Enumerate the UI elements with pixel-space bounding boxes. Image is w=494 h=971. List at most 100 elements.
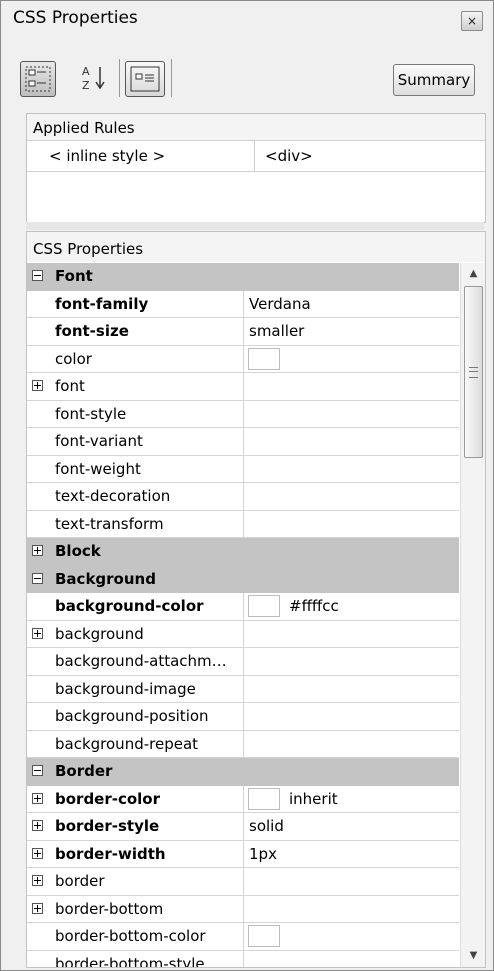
column-divider: [243, 510, 244, 537]
scroll-up-icon[interactable]: ▲: [461, 263, 485, 285]
property-row[interactable]: background-image: [27, 675, 459, 703]
collapse-minus-icon[interactable]: [32, 765, 43, 776]
property-value[interactable]: #ffffcc: [289, 597, 339, 615]
property-name: background-position: [55, 707, 209, 725]
category-label: Border: [55, 762, 113, 780]
category-label: Font: [55, 267, 93, 285]
property-name: font-family: [55, 294, 149, 313]
color-swatch[interactable]: [248, 595, 280, 617]
column-divider: [243, 868, 244, 895]
property-name: font-variant: [55, 432, 143, 450]
column-divider: [243, 675, 244, 702]
expand-plus-icon[interactable]: [32, 627, 43, 639]
property-row[interactable]: font: [27, 373, 459, 401]
column-divider: [243, 400, 244, 427]
expand-plus-icon[interactable]: [32, 545, 43, 556]
vertical-scrollbar[interactable]: ▲ ▼: [460, 263, 485, 967]
color-swatch[interactable]: [248, 787, 280, 810]
property-row[interactable]: border-color inherit: [27, 785, 459, 813]
property-row[interactable]: text-decoration: [27, 483, 459, 511]
scroll-down-icon[interactable]: ▼: [461, 945, 485, 967]
column-divider: [243, 483, 244, 510]
property-row[interactable]: border-style solid: [27, 813, 459, 841]
column-divider: [243, 620, 244, 647]
expand-plus-icon[interactable]: [32, 875, 43, 886]
expand-plus-icon[interactable]: [32, 792, 43, 804]
property-row[interactable]: font-weight: [27, 455, 459, 483]
property-row[interactable]: text-transform: [27, 510, 459, 538]
property-value[interactable]: Verdana: [249, 295, 311, 313]
property-row[interactable]: color: [27, 345, 459, 373]
collapse-minus-icon[interactable]: [32, 572, 43, 584]
property-row[interactable]: border-bottom: [27, 895, 459, 923]
property-name: border-width: [55, 844, 166, 863]
collapse-minus-icon[interactable]: [32, 270, 43, 281]
column-divider: [254, 141, 255, 171]
property-name: border-color: [55, 789, 161, 808]
sort-az-icon: A Z: [82, 65, 105, 92]
pane-splitter[interactable]: [26, 222, 484, 230]
column-divider: [243, 455, 244, 482]
sort-az-button[interactable]: A Z: [81, 62, 111, 94]
property-value[interactable]: inherit: [289, 790, 338, 808]
expand-plus-icon[interactable]: [32, 820, 43, 831]
property-name: font: [55, 377, 85, 395]
list-view-icon: [130, 66, 160, 92]
property-row[interactable]: font-style: [27, 400, 459, 428]
column-divider: [243, 895, 244, 922]
property-category-row[interactable]: Block: [27, 538, 459, 566]
column-divider: [243, 290, 244, 317]
category-view-button[interactable]: [20, 61, 56, 97]
property-row[interactable]: border-bottom-style: [27, 950, 459, 968]
property-row[interactable]: border: [27, 868, 459, 896]
property-name: border-bottom: [55, 899, 164, 918]
property-category-row[interactable]: Border: [27, 758, 459, 786]
column-divider: [243, 593, 244, 620]
applied-rules-header: Applied Rules: [27, 114, 485, 141]
property-row[interactable]: font-size smaller: [27, 318, 459, 346]
rule-selector: < inline style >: [49, 147, 166, 165]
category-label: Block: [55, 542, 101, 560]
set-properties-view-button[interactable]: [125, 61, 165, 97]
property-name: border: [55, 872, 105, 890]
property-name: background-attachm…: [55, 652, 227, 670]
color-swatch[interactable]: [248, 347, 280, 370]
category-label: Background: [55, 569, 156, 588]
expand-plus-icon[interactable]: [32, 847, 43, 859]
applied-rule-row[interactable]: < inline style > <div>: [27, 141, 485, 172]
property-row[interactable]: background-position: [27, 703, 459, 731]
property-value[interactable]: smaller: [249, 322, 304, 340]
property-category-row[interactable]: Background: [27, 565, 459, 593]
rule-element-tag: <div>: [265, 147, 313, 165]
expand-plus-icon[interactable]: [32, 380, 43, 391]
property-name: font-weight: [55, 459, 141, 478]
property-name: border-bottom-style: [55, 954, 205, 968]
property-row[interactable]: border-bottom-color: [27, 923, 459, 951]
summary-button[interactable]: Summary: [393, 64, 475, 96]
property-row[interactable]: background-repeat: [27, 730, 459, 758]
property-name: text-decoration: [55, 487, 171, 505]
property-row[interactable]: font-family Verdana: [27, 290, 459, 318]
property-value[interactable]: 1px: [249, 845, 277, 863]
property-name: border-bottom-color: [55, 927, 206, 945]
svg-text:Z: Z: [82, 79, 90, 92]
property-name: background-image: [55, 679, 196, 698]
property-value[interactable]: solid: [249, 817, 284, 835]
property-category-row[interactable]: Font: [27, 263, 459, 291]
column-divider: [243, 373, 244, 400]
close-icon[interactable]: ×: [461, 11, 483, 31]
scrollbar-thumb[interactable]: [464, 286, 483, 458]
category-view-icon: [25, 66, 51, 92]
property-row[interactable]: font-variant: [27, 428, 459, 456]
column-divider: [243, 703, 244, 730]
expand-plus-icon[interactable]: [32, 902, 43, 914]
property-row[interactable]: background: [27, 620, 459, 648]
css-properties-panel: CSS Properties × A Z Summary Applied Rul…: [0, 0, 494, 971]
column-divider: [243, 840, 244, 867]
property-row[interactable]: border-width 1px: [27, 840, 459, 868]
property-row[interactable]: background-color #ffffcc: [27, 593, 459, 621]
color-swatch[interactable]: [248, 925, 280, 947]
property-row[interactable]: background-attachm…: [27, 648, 459, 676]
css-properties-pane: CSS Properties Font font-family Verdana fon…: [26, 231, 486, 968]
column-divider: [243, 318, 244, 345]
